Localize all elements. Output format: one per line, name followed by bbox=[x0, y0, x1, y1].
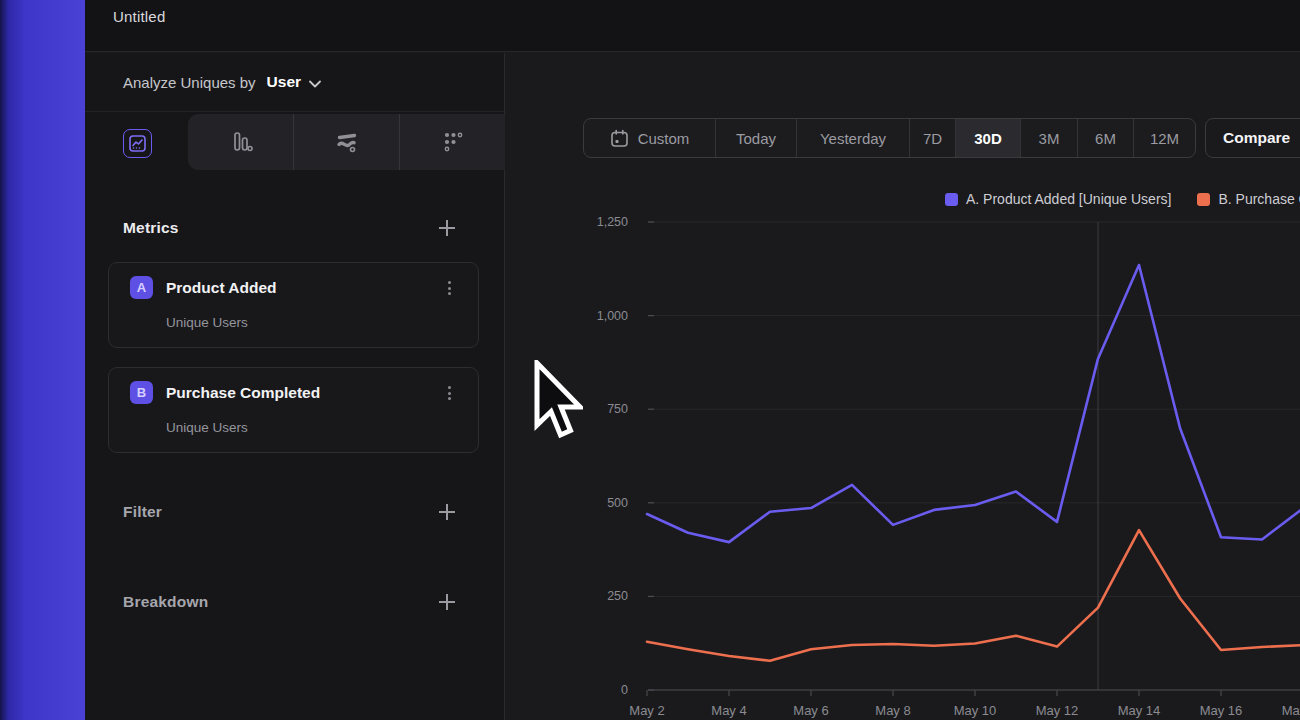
metric-measure[interactable]: Unique Users bbox=[166, 315, 248, 330]
query-sidebar: Analyze Uniques by User bbox=[85, 53, 505, 720]
analyze-label: Analyze Uniques by bbox=[123, 74, 256, 91]
series-line bbox=[647, 265, 1300, 542]
metric-name: Product Added bbox=[166, 279, 277, 297]
app-window: Untitled Analyze Uniques by User bbox=[0, 0, 1300, 720]
series-line bbox=[647, 530, 1300, 661]
tab-stream-chart[interactable] bbox=[293, 114, 399, 170]
add-breakdown-button[interactable] bbox=[439, 594, 455, 610]
add-filter-button[interactable] bbox=[439, 504, 455, 520]
metric-badge-a: A bbox=[130, 276, 153, 299]
metrics-label: Metrics bbox=[123, 219, 179, 237]
analyze-by-dropdown[interactable]: User bbox=[267, 73, 301, 91]
top-bar: Untitled bbox=[85, 0, 1300, 52]
metric-card-a[interactable]: A Product Added Unique Users bbox=[108, 262, 479, 348]
line-chart-icon bbox=[129, 135, 146, 152]
bar-chart-icon bbox=[228, 129, 254, 155]
funnel-dots-icon bbox=[440, 129, 466, 155]
metric-name: Purchase Completed bbox=[166, 384, 320, 402]
breakdown-section-header: Breakdown bbox=[123, 593, 455, 611]
line-chart bbox=[506, 53, 1300, 720]
tab-bar-chart[interactable] bbox=[188, 114, 293, 170]
analyze-row: Analyze Uniques by User bbox=[85, 53, 504, 112]
tab-line-chart[interactable] bbox=[123, 129, 152, 158]
mouse-cursor bbox=[533, 360, 583, 442]
chart-type-tab-group bbox=[188, 114, 505, 170]
metric-options-button[interactable] bbox=[442, 382, 456, 404]
chevron-down-icon bbox=[309, 80, 321, 88]
document-title[interactable]: Untitled bbox=[113, 8, 165, 25]
filter-section-header: Filter bbox=[123, 503, 455, 521]
breakdown-label: Breakdown bbox=[123, 593, 208, 611]
stream-chart-icon bbox=[333, 128, 361, 156]
tab-funnel-dots[interactable] bbox=[399, 114, 505, 170]
metric-badge-b: B bbox=[130, 381, 153, 404]
chart-panel: CustomTodayYesterday7D30D3M6M12M Compare… bbox=[506, 53, 1300, 720]
metric-options-button[interactable] bbox=[442, 277, 456, 299]
filter-label: Filter bbox=[123, 503, 162, 521]
metrics-section-header: Metrics bbox=[123, 219, 455, 237]
left-nav-strip bbox=[0, 0, 85, 720]
add-metric-button[interactable] bbox=[439, 220, 455, 236]
metric-card-b[interactable]: B Purchase Completed Unique Users bbox=[108, 367, 479, 453]
metric-measure[interactable]: Unique Users bbox=[166, 420, 248, 435]
